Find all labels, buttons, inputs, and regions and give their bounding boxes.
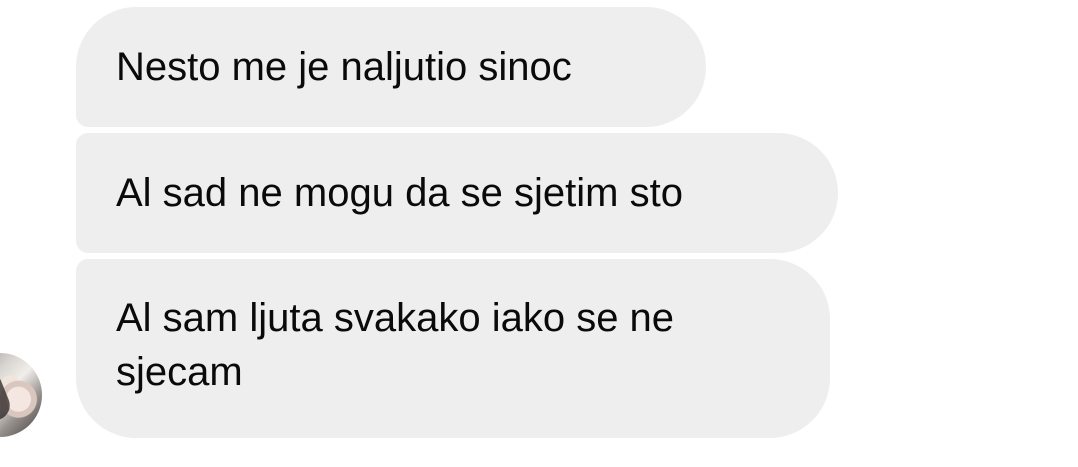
message-text: Al sam ljuta svakako iako se ne sjecam <box>116 296 675 394</box>
message-bubble-1[interactable]: Nesto me je naljutio sinoc <box>76 7 706 127</box>
message-bubble-3[interactable]: Al sam ljuta svakako iako se ne sjecam <box>76 259 830 438</box>
message-text: Al sad ne mogu da se sjetim sto <box>116 171 683 215</box>
avatar-photo <box>0 367 15 425</box>
message-bubble-2[interactable]: Al sad ne mogu da se sjetim sto <box>76 133 838 253</box>
message-text: Nesto me je naljutio sinoc <box>116 45 572 89</box>
avatar[interactable] <box>0 353 42 437</box>
chat-thread: Nesto me je naljutio sinoc Al sad ne mog… <box>0 0 1078 467</box>
